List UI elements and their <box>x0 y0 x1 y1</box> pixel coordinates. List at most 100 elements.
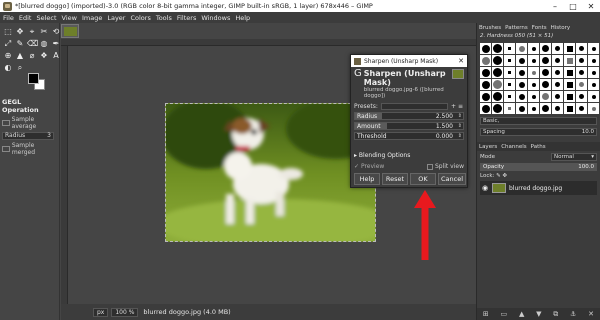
brush-preset[interactable] <box>528 79 539 90</box>
brush-preset[interactable] <box>504 103 515 114</box>
brush-preset[interactable] <box>492 55 503 66</box>
presets-dropdown[interactable] <box>380 103 448 110</box>
brush-preset[interactable] <box>576 79 587 90</box>
menu-edit[interactable]: Edit <box>19 14 32 22</box>
brush-preset[interactable] <box>564 43 575 54</box>
opacity-slider[interactable]: Opacity 100.0 <box>480 163 597 171</box>
ink-icon[interactable]: ✒ <box>51 39 61 49</box>
tab-channels[interactable]: Channels <box>501 144 526 150</box>
sample-merged-checkbox[interactable] <box>2 146 10 152</box>
lock-position-icon[interactable]: ✥ <box>503 173 508 179</box>
brush-preset[interactable] <box>552 103 563 114</box>
brush-preset[interactable] <box>480 79 491 90</box>
brush-preset[interactable] <box>576 43 587 54</box>
amount-slider[interactable]: Amount 1.500 ⇕ <box>354 122 464 130</box>
brush-preset[interactable] <box>588 91 599 102</box>
warp-icon[interactable]: ▲ <box>15 51 25 61</box>
brush-preset[interactable] <box>492 91 503 102</box>
minimize-button[interactable]: – <box>546 2 564 11</box>
brush-preset[interactable] <box>576 67 587 78</box>
heal-icon[interactable]: ⊕ <box>3 51 13 61</box>
brush-preset[interactable] <box>588 79 599 90</box>
spacing-slider[interactable]: Spacing 10.0 <box>480 128 597 136</box>
spin-arrows-icon[interactable]: ⇕ <box>458 133 462 140</box>
anchor-icon[interactable]: ⚓ <box>570 310 576 318</box>
add-preset-icon[interactable]: + <box>450 103 457 110</box>
folder-icon[interactable]: ▭ <box>501 310 508 318</box>
scale-icon[interactable]: ⤢ <box>3 39 13 49</box>
brush-preset[interactable] <box>576 55 587 66</box>
brush-preset[interactable] <box>504 91 515 102</box>
rect-select-icon[interactable]: ⬚ <box>3 27 13 37</box>
brush-preset[interactable] <box>564 103 575 114</box>
threshold-slider[interactable]: Threshold 0.000 ⇕ <box>354 132 464 140</box>
vertical-ruler[interactable] <box>61 46 68 304</box>
presets-menu-icon[interactable]: ≡ <box>457 103 464 110</box>
layer-row[interactable]: ◉ blurred doggo.jpg <box>480 181 597 195</box>
image-tab[interactable] <box>61 24 79 38</box>
tab-paths[interactable]: Paths <box>531 144 546 150</box>
brush-preset[interactable] <box>528 103 539 114</box>
brush-preset[interactable] <box>480 43 491 54</box>
rotate-icon[interactable]: ⟲ <box>51 27 61 37</box>
close-button[interactable]: ✕ <box>582 2 600 11</box>
brush-tag-filter[interactable]: Basic, <box>480 117 597 125</box>
move-icon[interactable]: ✥ <box>15 27 25 37</box>
brush-preset[interactable] <box>552 43 563 54</box>
mode-select[interactable]: Normal ▾ <box>551 153 597 161</box>
tab-brushes[interactable]: Brushes <box>479 25 501 31</box>
align-icon[interactable]: ⌖ <box>27 27 37 37</box>
brush-preset[interactable] <box>516 79 527 90</box>
brush-preset[interactable] <box>540 103 551 114</box>
brush-preset[interactable] <box>528 91 539 102</box>
reset-button[interactable]: Reset <box>382 173 408 185</box>
brush-preset[interactable] <box>564 79 575 90</box>
brush-preset[interactable] <box>540 43 551 54</box>
brush-preset[interactable] <box>504 79 515 90</box>
tab-layers[interactable]: Layers <box>479 144 497 150</box>
zoom-icon[interactable]: ⌕ <box>15 63 25 73</box>
lower-icon[interactable]: ▼ <box>536 310 541 318</box>
menu-help[interactable]: Help <box>235 14 250 22</box>
split-view-toggle[interactable]: Split view <box>426 163 464 170</box>
menu-select[interactable]: Select <box>36 14 56 22</box>
brush-preset[interactable] <box>516 55 527 66</box>
brush-preset[interactable] <box>564 91 575 102</box>
lock-pixels-icon[interactable]: ✎ <box>496 173 501 179</box>
crop-icon[interactable]: ✂ <box>39 27 49 37</box>
brush-preset[interactable] <box>504 43 515 54</box>
brush-preset[interactable] <box>528 67 539 78</box>
brush-preset[interactable] <box>516 91 527 102</box>
maximize-button[interactable]: □ <box>564 2 582 11</box>
brush-preset[interactable] <box>576 91 587 102</box>
blending-options-expander[interactable]: ▸ Blending Options <box>354 152 410 159</box>
brush-preset[interactable] <box>564 55 575 66</box>
sample-average-checkbox[interactable] <box>2 120 10 126</box>
menu-file[interactable]: File <box>3 14 14 22</box>
brush-preset[interactable] <box>528 55 539 66</box>
unit-select[interactable]: px <box>93 307 109 317</box>
tab-fonts[interactable]: Fonts <box>532 25 547 31</box>
brush-preset[interactable] <box>588 55 599 66</box>
sample-merged-row[interactable]: Sample merged <box>2 142 58 156</box>
brush-preset[interactable] <box>516 103 527 114</box>
cancel-button[interactable]: Cancel <box>438 173 466 185</box>
ok-button[interactable]: OK <box>410 173 436 185</box>
text-icon[interactable]: A <box>51 51 61 61</box>
duplicate-icon[interactable]: ⧉ <box>553 310 558 319</box>
menu-windows[interactable]: Windows <box>201 14 230 22</box>
brush-preset[interactable] <box>552 67 563 78</box>
dog-photo[interactable] <box>165 103 376 242</box>
radius-slider[interactable]: Radius 2.500 ⇕ <box>354 112 464 120</box>
brush-preset[interactable] <box>480 103 491 114</box>
menu-filters[interactable]: Filters <box>177 14 196 22</box>
zoom-select[interactable]: 100 % <box>111 307 139 317</box>
brush-preset[interactable] <box>552 79 563 90</box>
eye-icon[interactable]: ◉ <box>480 184 490 192</box>
brush-preset[interactable] <box>492 79 503 90</box>
horizontal-ruler[interactable] <box>61 39 476 46</box>
brush-preset[interactable] <box>516 43 527 54</box>
menu-colors[interactable]: Colors <box>130 14 150 22</box>
tab-patterns[interactable]: Patterns <box>505 25 528 31</box>
raise-icon[interactable]: ▲ <box>519 310 524 318</box>
